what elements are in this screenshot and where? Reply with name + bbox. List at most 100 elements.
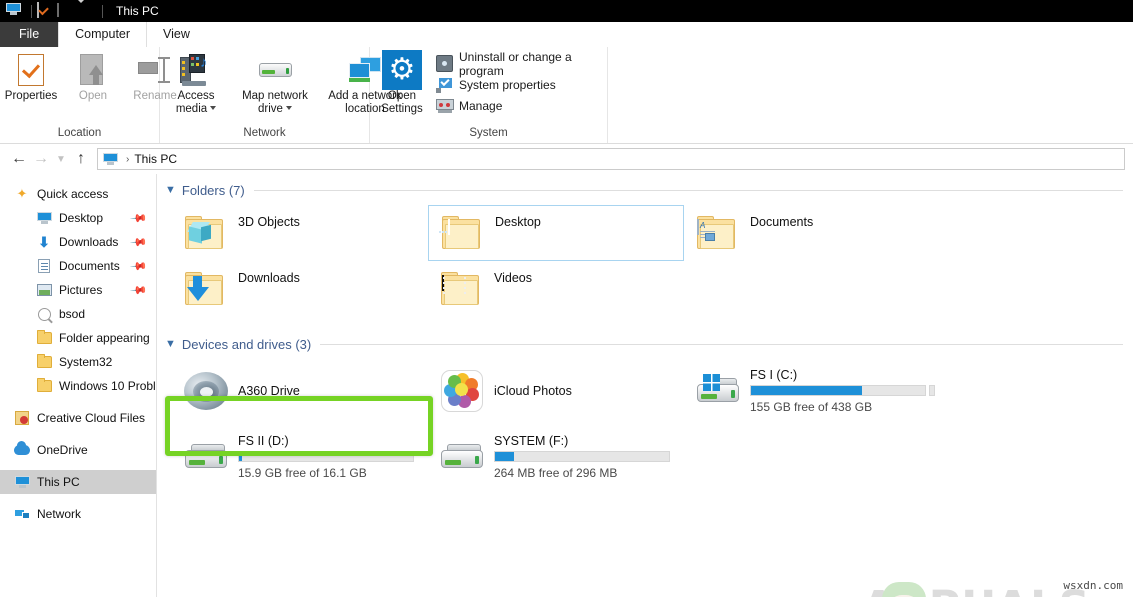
open-button[interactable]: Open — [62, 51, 124, 103]
folder-icon — [36, 354, 52, 370]
system-properties-icon — [436, 76, 453, 93]
uninstall-program-icon — [436, 55, 453, 72]
ribbon-group-system: ⚙ Open Settings Uninstall or change a pr… — [370, 47, 608, 143]
pin-icon[interactable]: 📌 — [130, 257, 149, 276]
this-pc-icon — [103, 153, 118, 165]
title-bar: This PC — [0, 0, 1133, 22]
pin-icon[interactable]: 📌 — [130, 233, 149, 252]
creative-cloud-icon — [14, 410, 30, 426]
devices-grid: A360 Drive — [157, 355, 1133, 487]
divider — [31, 5, 32, 18]
folder-documents-icon: A — [694, 209, 742, 257]
device-tile-system-f[interactable]: SYSTEM (F:) 264 MB free of 296 MB — [428, 427, 684, 487]
folder-3d-objects-icon — [182, 209, 230, 257]
properties-button[interactable]: Properties — [0, 51, 62, 103]
ribbon-group-location: Properties Open Rename Location — [0, 47, 160, 143]
folder-tile-3d-objects[interactable]: 3D Objects — [172, 205, 428, 261]
properties-icon[interactable] — [37, 3, 53, 19]
sidebar-item-label: bsod — [59, 307, 85, 321]
ribbon-group-label-network: Network — [160, 126, 369, 143]
sidebar-item-this-pc[interactable]: This PC — [0, 470, 156, 494]
drive-label: FS II (D:) — [238, 434, 428, 448]
map-network-drive-button[interactable]: Map network drive — [232, 51, 318, 115]
sidebar-item-desktop[interactable]: Desktop 📌 — [0, 206, 156, 230]
tab-computer[interactable]: Computer — [58, 22, 147, 47]
drive-info: FS II (D:) 15.9 GB free of 16.1 GB — [238, 434, 428, 480]
folder-tile-desktop[interactable]: Desktop — [428, 205, 684, 261]
sidebar-item-system32[interactable]: System32 — [0, 350, 156, 374]
forward-arrow-icon[interactable]: → — [30, 148, 52, 170]
appuals-watermark: APPUALS FROM THE EXPERTS! — [862, 586, 1082, 597]
quick-access-toolbar — [6, 3, 108, 19]
folder-tile-downloads[interactable]: Downloads — [172, 261, 428, 317]
tab-file[interactable]: File — [0, 22, 58, 47]
sidebar-item-pictures[interactable]: Pictures 📌 — [0, 278, 156, 302]
properties-button-label: Properties — [5, 90, 57, 103]
sidebar-item-documents[interactable]: Documents 📌 — [0, 254, 156, 278]
address-input[interactable]: › This PC — [97, 148, 1125, 170]
folder-icon — [36, 378, 52, 394]
up-arrow-icon[interactable]: ↑ — [70, 148, 92, 170]
onedrive-cloud-icon — [14, 442, 30, 458]
folder-tile-label: 3D Objects — [238, 215, 300, 229]
sidebar-item-onedrive[interactable]: OneDrive — [0, 438, 156, 462]
customize-chevron-icon[interactable] — [77, 3, 93, 19]
sidebar-item-bsod[interactable]: bsod — [0, 302, 156, 326]
gray-window-icon[interactable] — [57, 3, 73, 19]
divider — [254, 190, 1123, 191]
folder-tile-label: Videos — [494, 271, 532, 285]
open-settings-label-1: Open — [388, 90, 416, 103]
monitor-icon[interactable] — [6, 3, 22, 19]
folder-tile-videos[interactable]: Videos — [428, 261, 684, 317]
breadcrumb-separator: › — [126, 154, 129, 165]
access-media-button[interactable]: ♪ Access media — [160, 51, 232, 115]
breadcrumb-this-pc[interactable]: This PC — [134, 152, 177, 166]
device-tile-icloud-photos[interactable]: iCloud Photos — [428, 361, 684, 421]
sidebar-item-network[interactable]: Network — [0, 502, 156, 526]
sidebar-item-folder-appearing[interactable]: Folder appearing — [0, 326, 156, 350]
sidebar-item-downloads[interactable]: ⬇ Downloads 📌 — [0, 230, 156, 254]
folder-tile-documents[interactable]: A Documents — [684, 205, 940, 261]
manage-item[interactable]: Manage — [434, 95, 607, 116]
device-tile-a360-drive[interactable]: A360 Drive — [172, 361, 428, 421]
group-header-devices[interactable]: ▼ Devices and drives (3) — [157, 333, 1133, 355]
ribbon: Properties Open Rename Location — [0, 47, 1133, 144]
sidebar-item-label: This PC — [37, 475, 80, 489]
chevron-down-icon[interactable] — [286, 106, 292, 110]
window-title: This PC — [116, 4, 159, 18]
manage-label: Manage — [459, 99, 502, 113]
uninstall-program-item[interactable]: Uninstall or change a program — [434, 53, 607, 74]
drive-icon — [438, 440, 486, 474]
recent-locations-chevron-icon[interactable]: ▼ — [52, 148, 70, 170]
pin-icon[interactable]: 📌 — [130, 281, 149, 300]
sidebar-item-windows-10-problems[interactable]: Windows 10 Problems — [0, 374, 156, 398]
corner-watermark: wsxdn.com — [1063, 579, 1123, 592]
device-tile-label: A360 Drive — [238, 384, 300, 398]
drive-label: SYSTEM (F:) — [494, 434, 684, 448]
back-arrow-icon[interactable]: ← — [8, 148, 30, 170]
folder-icon — [36, 330, 52, 346]
chevron-down-icon[interactable]: ▼ — [165, 338, 176, 350]
system-small-items: Uninstall or change a program System pro… — [434, 49, 607, 116]
gear-icon: ⚙ — [382, 53, 422, 87]
chevron-down-icon[interactable]: ▼ — [165, 184, 176, 196]
group-title: Folders (7) — [182, 183, 245, 198]
map-network-drive-label-1: Map network — [242, 90, 308, 103]
open-settings-button[interactable]: ⚙ Open Settings — [370, 49, 434, 115]
device-tile-fs-ii-d[interactable]: FS II (D:) 15.9 GB free of 16.1 GB — [172, 427, 428, 487]
sidebar-item-label: Windows 10 Problems — [59, 379, 156, 393]
capacity-bar — [238, 451, 414, 462]
sidebar-item-creative-cloud-files[interactable]: Creative Cloud Files — [0, 406, 156, 430]
address-bar: ← → ▼ ↑ › This PC — [0, 144, 1133, 174]
pin-icon[interactable]: 📌 — [130, 209, 149, 228]
ribbon-group-network: ♪ Access media Map network drive Add a n… — [160, 47, 370, 143]
map-network-drive-icon — [259, 53, 292, 87]
sidebar-item-quick-access[interactable]: ✦ Quick access — [0, 182, 156, 206]
sidebar-item-label: Desktop — [59, 211, 103, 225]
group-header-folders[interactable]: ▼ Folders (7) — [157, 179, 1133, 201]
drive-info: FS I (C:) 155 GB free of 438 GB — [750, 368, 940, 414]
sidebar-item-label: Network — [37, 507, 81, 521]
device-tile-fs-i-c[interactable]: FS I (C:) 155 GB free of 438 GB — [684, 361, 940, 421]
tab-view[interactable]: View — [147, 22, 206, 47]
chevron-down-icon[interactable] — [210, 106, 216, 110]
